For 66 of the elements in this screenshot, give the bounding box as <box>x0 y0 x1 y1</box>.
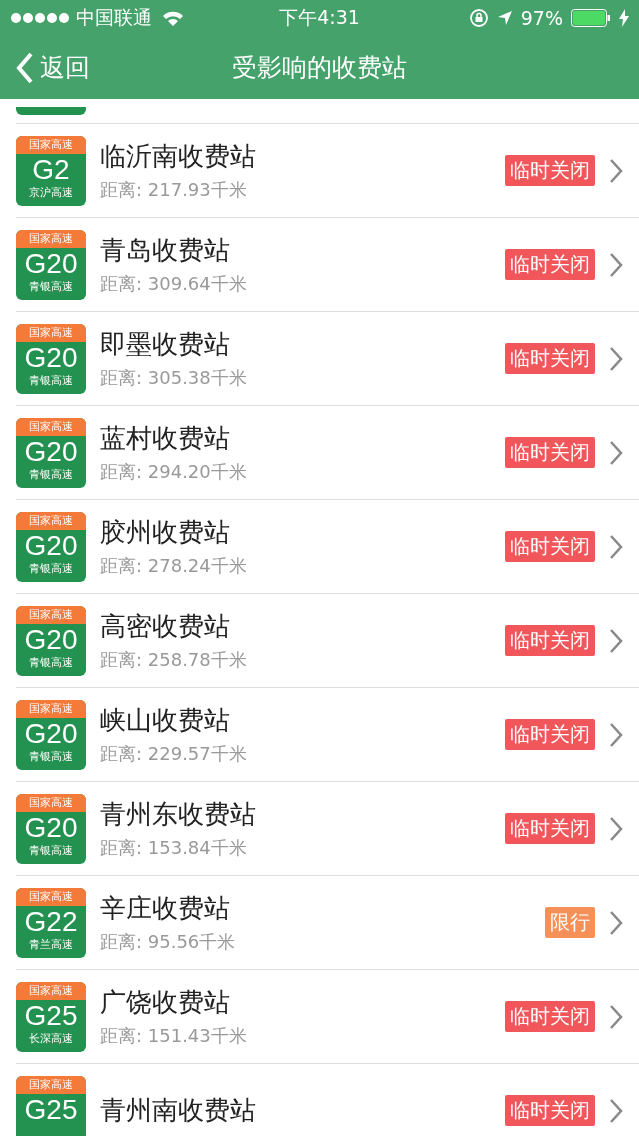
highway-shield-icon: 国家高速 G2 京沪高速 <box>16 135 86 206</box>
rotation-lock-icon <box>468 8 489 28</box>
signal-icon <box>10 12 70 24</box>
station-name: 青州东收费站 <box>100 798 257 831</box>
chevron-icon <box>609 533 623 560</box>
battery-icon <box>571 9 611 27</box>
highway-shield-icon: 国家高速 G20 青银高速 <box>16 699 86 770</box>
back-chevron-icon <box>16 51 34 84</box>
status-tag: 临时关闭 <box>505 531 595 562</box>
station-distance: 距离: 278.24千米 <box>100 554 248 578</box>
charging-bolt-icon <box>619 9 629 27</box>
station-distance: 距离: 217.93千米 <box>100 178 248 202</box>
station-distance: 距离: 305.38千米 <box>100 366 248 390</box>
station-name: 辛庄收费站 <box>100 892 231 925</box>
chevron-icon <box>609 627 623 654</box>
status-tag: 临时关闭 <box>505 343 595 374</box>
highway-shield-icon: 国家高速 G20 青银高速 <box>16 417 86 488</box>
status-tag: 限行 <box>545 907 595 938</box>
station-name: 峡山收费站 <box>100 704 231 737</box>
station-distance: 距离: 151.43千米 <box>100 1024 248 1048</box>
status-tag: 临时关闭 <box>505 249 595 280</box>
station-name: 青岛收费站 <box>100 234 231 267</box>
status-tag: 临时关闭 <box>505 155 595 186</box>
station-distance: 距离: 294.20千米 <box>100 460 248 484</box>
battery-percent: 97% <box>520 7 563 29</box>
carrier-name: 中国联通 <box>76 5 152 30</box>
station-name: 临沂南收费站 <box>100 140 257 173</box>
station-distance: 距离: 309.64千米 <box>100 272 248 296</box>
status-time: 下午4:31 <box>279 5 360 30</box>
station-name: 即墨收费站 <box>100 328 231 361</box>
wifi-icon <box>162 10 184 26</box>
highway-shield-icon: 国家高速 G20 青银高速 <box>16 605 86 676</box>
station-name: 青州南收费站 <box>100 1094 257 1127</box>
status-tag: 临时关闭 <box>505 1001 595 1032</box>
location-arrow-icon <box>496 10 513 26</box>
highway-shield-icon: 国家高速 G20 青银高速 <box>16 229 86 300</box>
status-tag: 临时关闭 <box>505 437 595 468</box>
station-distance: 距离: 153.84千米 <box>100 836 248 860</box>
chevron-icon <box>609 251 623 278</box>
highway-shield-icon: 国家高速 G20 青银高速 <box>16 793 86 864</box>
chevron-icon <box>609 721 623 748</box>
chevron-icon <box>609 439 623 466</box>
chevron-icon <box>609 909 623 936</box>
station-name: 胶州收费站 <box>100 516 231 549</box>
station-name: 广饶收费站 <box>100 986 231 1019</box>
status-tag: 临时关闭 <box>505 719 595 750</box>
highway-shield-icon: 国家高速 G20 青银高速 <box>16 511 86 582</box>
station-distance: 距离: 229.57千米 <box>100 742 248 766</box>
chevron-icon <box>609 157 623 184</box>
highway-shield-icon: 国家高速 G25 <box>16 1075 86 1136</box>
chevron-icon <box>609 345 623 372</box>
chevron-icon <box>609 1097 623 1124</box>
status-tag: 临时关闭 <box>505 1095 595 1126</box>
status-tag: 临时关闭 <box>505 625 595 656</box>
station-distance: 距离: 95.56千米 <box>100 930 237 954</box>
station-row[interactable]: 国家高速 G25 青州南收费站 临时关闭 <box>16 1063 639 1136</box>
chevron-icon <box>609 1003 623 1030</box>
chevron-icon <box>609 815 623 842</box>
status-tag: 临时关闭 <box>505 813 595 844</box>
station-distance: 距离: 258.78千米 <box>100 648 248 672</box>
page-title: 受影响的收费站 <box>232 52 407 84</box>
highway-shield-icon: 国家高速 G25 长深高速 <box>16 981 86 1052</box>
highway-shield-icon: 国家高速 G22 青兰高速 <box>16 887 86 958</box>
station-name: 高密收费站 <box>100 610 231 643</box>
highway-shield-icon: 国家高速 G20 青银高速 <box>16 323 86 394</box>
station-name: 蓝村收费站 <box>100 422 231 455</box>
